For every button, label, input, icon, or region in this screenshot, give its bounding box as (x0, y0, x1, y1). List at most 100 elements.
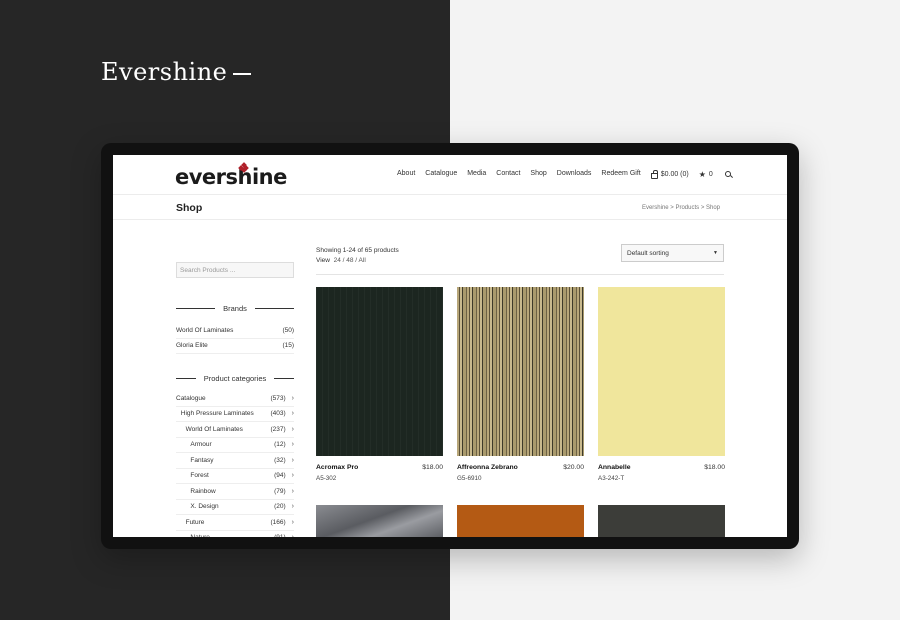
category-label: Future (185, 518, 205, 526)
category-count: (91) (274, 534, 286, 537)
category-item[interactable]: Future (166) › (176, 515, 294, 531)
cart-link[interactable]: $0.00 (0) (650, 169, 689, 179)
category-count: (237) (270, 425, 286, 433)
nav-redeem-gift[interactable]: Redeem Gift (601, 170, 640, 179)
category-count: (20) (274, 503, 286, 511)
brand-label: Gloria Elite (176, 342, 208, 350)
sorting-select[interactable]: Default sorting ▼ (621, 244, 724, 262)
cart-total: $0.00 (0) (660, 171, 689, 178)
chevron-right-icon[interactable]: › (292, 503, 294, 510)
product-sku: A3-242-T (598, 475, 625, 482)
category-item[interactable]: World Of Laminates (237) › (176, 422, 294, 438)
category-item[interactable]: X. Design (20) › (176, 500, 294, 515)
product-image[interactable] (598, 505, 725, 537)
product-name[interactable]: Annabelle (598, 464, 630, 471)
category-count: (94) (274, 472, 286, 480)
site-logo[interactable]: evershine (175, 165, 287, 189)
breadcrumb[interactable]: Evershine > Products > Shop (642, 205, 720, 211)
hero-title: Evershine (101, 58, 252, 86)
hero-dash (233, 72, 252, 75)
product-price: $18.00 (422, 464, 443, 471)
cart-icon (650, 169, 658, 179)
chevron-right-icon[interactable]: › (292, 488, 294, 495)
category-meta: (32) › (274, 457, 294, 464)
category-label: High Pressure Laminates (180, 410, 254, 418)
nav-contact[interactable]: Contact (496, 170, 520, 179)
category-meta: (237) › (270, 426, 294, 433)
category-count: (12) (274, 441, 286, 449)
product-sku: A5-302 (316, 475, 337, 482)
brand-count: (15) (282, 342, 294, 350)
wishlist-count: 0 (708, 171, 713, 178)
nav-media[interactable]: Media (467, 170, 486, 179)
category-label: X. Design (190, 503, 219, 511)
nav-downloads[interactable]: Downloads (557, 170, 592, 179)
chevron-right-icon[interactable]: › (292, 534, 294, 537)
category-label: Armour (190, 441, 212, 449)
brand-item[interactable]: World Of Laminates (50) (176, 323, 294, 339)
category-meta: (79) › (274, 488, 294, 495)
category-item[interactable]: Forest (94) › (176, 469, 294, 484)
product-image[interactable] (457, 287, 584, 456)
nav-shop[interactable]: Shop (530, 170, 546, 179)
brands-list: World Of Laminates (50) Gloria Elite (15) (176, 323, 294, 354)
product-sku: G5-6910 (457, 475, 482, 482)
category-item[interactable]: Nature (91) › (176, 531, 294, 537)
brand-meta: (15) (282, 342, 294, 349)
product-image[interactable] (316, 287, 443, 456)
chevron-right-icon[interactable]: › (292, 426, 294, 433)
chevron-right-icon[interactable]: › (292, 457, 294, 464)
category-item[interactable]: Rainbow (79) › (176, 484, 294, 500)
category-item[interactable]: Fantasy (32) › (176, 453, 294, 469)
category-count: (403) (270, 410, 286, 418)
product-image[interactable] (457, 505, 584, 537)
logo-diamond-icon (238, 162, 249, 173)
star-icon: ★ (698, 170, 706, 179)
category-item[interactable]: High Pressure Laminates (403) › (176, 407, 294, 422)
product-card[interactable]: Acromax Pro $18.00 A5-302 (316, 287, 443, 482)
category-meta: (166) › (270, 519, 294, 526)
category-label: Rainbow (190, 487, 216, 495)
browser-screen: evershine About Catalogue Media Contact … (113, 155, 787, 537)
brand-label: World Of Laminates (176, 326, 234, 334)
chevron-right-icon[interactable]: › (292, 410, 294, 417)
category-count: (79) (274, 487, 286, 495)
category-meta: (91) › (274, 534, 294, 537)
brand-item[interactable]: Gloria Elite (15) (176, 339, 294, 354)
search-icon[interactable] (724, 171, 731, 177)
product-image[interactable] (316, 505, 443, 537)
dropdown-arrow-icon: ▼ (713, 250, 718, 256)
category-label: World Of Laminates (185, 425, 243, 433)
category-meta: (12) › (274, 441, 294, 448)
product-price: $18.00 (704, 464, 725, 471)
chevron-right-icon[interactable]: › (292, 519, 294, 526)
view-options: View 24 / 48 / All (316, 257, 366, 264)
category-meta: (94) › (274, 472, 294, 479)
category-label: Nature (176, 534, 210, 537)
results-count: Showing 1-24 of 65 products (316, 247, 399, 254)
category-count: (573) (270, 394, 286, 402)
product-image[interactable] (598, 287, 725, 456)
category-count: (32) (274, 456, 286, 464)
device-frame: evershine About Catalogue Media Contact … (101, 143, 799, 549)
nav-catalogue[interactable]: Catalogue (425, 170, 457, 179)
chevron-right-icon[interactable]: › (292, 395, 294, 402)
divider (316, 274, 724, 275)
chevron-right-icon[interactable]: › (292, 441, 294, 448)
chevron-right-icon[interactable]: › (292, 472, 294, 479)
product-card[interactable]: Affreonna Zebrano $20.00 G5-6910 (457, 287, 584, 482)
search-products-input[interactable]: Search Products ... (176, 262, 294, 278)
category-label: Fantasy (190, 456, 214, 464)
category-label: Forest (190, 472, 209, 480)
category-item[interactable]: Armour (12) › (176, 438, 294, 453)
nav-about[interactable]: About (397, 170, 415, 179)
product-name[interactable]: Affreonna Zebrano (457, 464, 518, 471)
product-card[interactable]: Annabelle $18.00 A3-242-T (598, 287, 725, 482)
product-name[interactable]: Acromax Pro (316, 464, 358, 471)
category-item[interactable]: Catalogue (573) › (176, 391, 294, 407)
wishlist-link[interactable]: ★ 0 (699, 170, 713, 179)
product-price: $20.00 (563, 464, 584, 471)
page-title-bar: Shop Evershine > Products > Shop (113, 196, 787, 220)
page-title: Shop (176, 202, 203, 214)
view-per-page-links[interactable]: 24 / 48 / All (334, 257, 366, 264)
